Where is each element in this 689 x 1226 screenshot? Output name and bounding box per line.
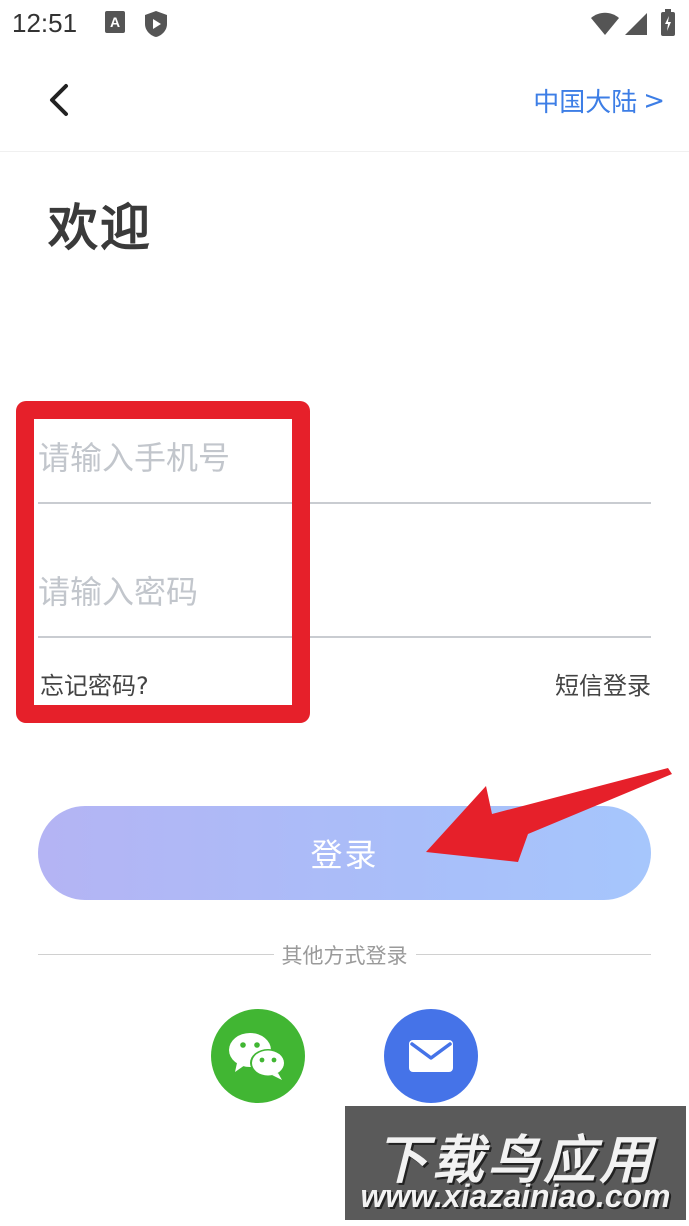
wechat-login-button[interactable]	[211, 1009, 305, 1103]
wifi-icon	[590, 12, 620, 40]
battery-icon	[660, 9, 676, 41]
sms-login-link[interactable]: 短信登录	[555, 666, 651, 701]
status-time: 12:51	[12, 8, 78, 38]
shield-play-icon	[144, 10, 168, 42]
chevron-left-icon	[50, 84, 68, 116]
region-selector[interactable]: 中国大陆 >	[533, 82, 665, 119]
phone-field	[38, 414, 651, 504]
status-bar: 12:51 A	[0, 0, 689, 48]
forgot-password-link[interactable]: 忘记密码?	[40, 666, 149, 701]
wechat-icon	[229, 1033, 286, 1080]
top-nav: 中国大陆 >	[0, 48, 689, 152]
phone-input[interactable]	[38, 414, 651, 502]
signal-icon	[624, 12, 648, 40]
chevron-right-icon: >	[643, 85, 665, 116]
a-icon: A	[104, 10, 126, 38]
login-button[interactable]: 登录	[38, 806, 651, 900]
other-login-divider: 其他方式登录	[38, 940, 651, 970]
back-button[interactable]	[36, 76, 80, 124]
password-input[interactable]	[38, 548, 651, 636]
region-label: 中国大陆	[533, 88, 638, 118]
other-login-label: 其他方式登录	[277, 944, 412, 968]
watermark-url: www.xiazainiao.com	[360, 1178, 671, 1214]
auth-links-row: 忘记密码? 短信登录	[38, 662, 651, 702]
mail-icon	[409, 1040, 453, 1072]
watermark-logo: 下载鸟应用 www.xiazainiao.com	[345, 1106, 686, 1220]
svg-text:A: A	[110, 14, 120, 30]
password-field	[38, 548, 651, 638]
email-login-button[interactable]	[384, 1009, 478, 1103]
page-title: 欢迎	[48, 199, 152, 257]
